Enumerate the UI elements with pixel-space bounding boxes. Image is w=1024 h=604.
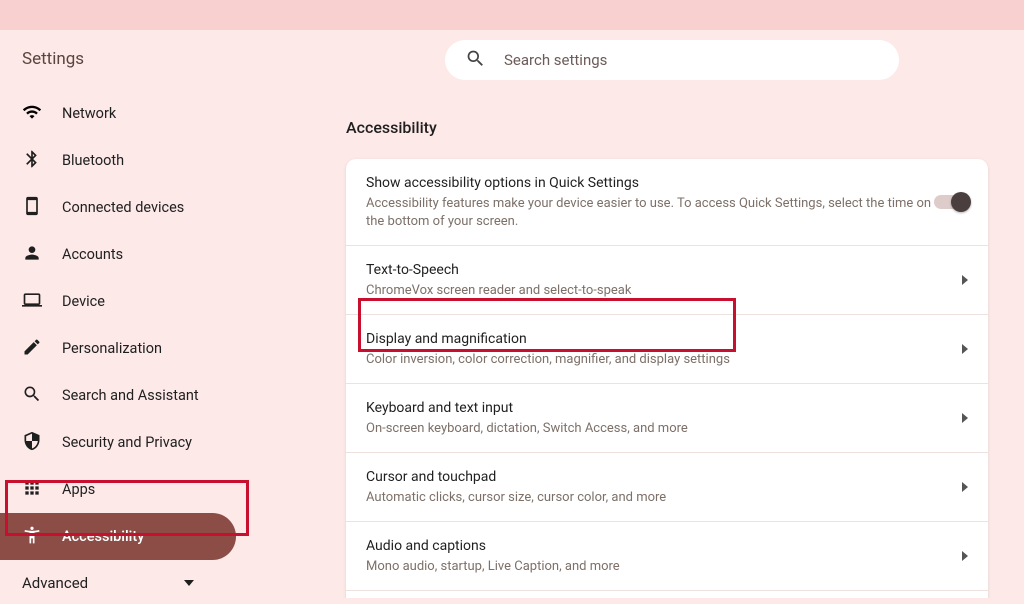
sidebar-item-accounts[interactable]: Accounts — [0, 231, 236, 278]
row-title: Audio and captions — [366, 536, 962, 556]
wifi-icon — [22, 102, 42, 126]
sidebar-item-label: Personalization — [62, 340, 162, 357]
sidebar-item-label: Network — [62, 105, 116, 122]
chevron-right-icon — [962, 344, 968, 354]
row-desc: Color inversion, color correction, magni… — [366, 351, 962, 369]
row-keyboard-text-input[interactable]: Keyboard and text input On-screen keyboa… — [346, 384, 988, 453]
row-audio-captions[interactable]: Audio and captions Mono audio, startup, … — [346, 522, 988, 591]
shield-icon — [22, 431, 42, 455]
sidebar-item-security-and-privacy[interactable]: Security and Privacy — [0, 419, 236, 466]
sidebar-item-device[interactable]: Device — [0, 278, 236, 325]
row-desc: ChromeVox screen reader and select-to-sp… — [366, 282, 962, 300]
person-icon — [22, 243, 42, 267]
row-chrome-web-store[interactable]: Find more accessibility tools in the Chr… — [346, 591, 988, 598]
row-text: Cursor and touchpad Automatic clicks, cu… — [366, 467, 962, 507]
row-cursor-touchpad[interactable]: Cursor and touchpad Automatic clicks, cu… — [346, 453, 988, 522]
advanced-label: Advanced — [22, 574, 88, 592]
row-title: Text-to-Speech — [366, 260, 962, 280]
chevron-right-icon — [962, 482, 968, 492]
search-bar[interactable] — [445, 40, 899, 80]
toggle-switch[interactable] — [934, 195, 968, 209]
apps-icon — [22, 478, 42, 502]
devices-icon — [22, 196, 42, 220]
chevron-right-icon — [962, 551, 968, 561]
edit-icon — [22, 337, 42, 361]
sidebar-item-label: Security and Privacy — [62, 434, 192, 451]
row-title: Show accessibility options in Quick Sett… — [366, 173, 934, 193]
sidebar-item-label: Accessibility — [62, 528, 144, 545]
chevron-down-icon — [184, 580, 194, 586]
sidebar-item-bluetooth[interactable]: Bluetooth — [0, 137, 236, 184]
sidebar-item-apps[interactable]: Apps — [0, 466, 236, 513]
sidebar-item-label: Bluetooth — [62, 152, 124, 169]
row-title: Display and magnification — [366, 329, 962, 349]
laptop-icon — [22, 290, 42, 314]
row-text: Text-to-Speech ChromeVox screen reader a… — [366, 260, 962, 300]
row-quick-settings[interactable]: Show accessibility options in Quick Sett… — [346, 159, 988, 246]
row-text: Show accessibility options in Quick Sett… — [366, 173, 934, 231]
header: Settings — [0, 30, 1024, 88]
section-title: Accessibility — [346, 118, 1000, 137]
search-icon — [22, 384, 42, 408]
chevron-right-icon — [962, 275, 968, 285]
settings-card: Show accessibility options in Quick Sett… — [346, 159, 988, 598]
accessibility-icon — [22, 525, 42, 549]
page-title: Settings — [22, 49, 84, 69]
sidebar-item-label: Accounts — [62, 246, 123, 263]
sidebar-item-label: Device — [62, 293, 105, 310]
sidebar-item-label: Search and Assistant — [62, 387, 199, 404]
sidebar-item-search-and-assistant[interactable]: Search and Assistant — [0, 372, 236, 419]
sidebar-item-label: Apps — [62, 481, 95, 498]
row-text: Keyboard and text input On-screen keyboa… — [366, 398, 962, 438]
row-text-to-speech[interactable]: Text-to-Speech ChromeVox screen reader a… — [346, 246, 988, 315]
sidebar-item-connected-devices[interactable]: Connected devices — [0, 184, 236, 231]
row-title: Keyboard and text input — [366, 398, 962, 418]
sidebar-item-label: Connected devices — [62, 199, 184, 216]
sidebar-item-accessibility[interactable]: Accessibility — [0, 513, 236, 560]
search-icon — [465, 48, 486, 73]
chevron-right-icon — [962, 413, 968, 423]
row-desc: Mono audio, startup, Live Caption, and m… — [366, 558, 962, 576]
content-pane: Accessibility Show accessibility options… — [260, 88, 1024, 598]
row-text: Display and magnification Color inversio… — [366, 329, 962, 369]
sidebar-item-personalization[interactable]: Personalization — [0, 325, 236, 372]
row-title: Cursor and touchpad — [366, 467, 962, 487]
row-desc: Accessibility features make your device … — [366, 195, 934, 231]
row-desc: Automatic clicks, cursor size, cursor co… — [366, 489, 962, 507]
sidebar: Network Bluetooth Connected devices Acco… — [0, 88, 260, 598]
row-desc: On-screen keyboard, dictation, Switch Ac… — [366, 420, 962, 438]
row-display-and-magnification[interactable]: Display and magnification Color inversio… — [346, 315, 988, 384]
sidebar-item-network[interactable]: Network — [0, 90, 236, 137]
window-accent-bar — [0, 0, 1024, 30]
bluetooth-icon — [22, 149, 42, 173]
row-text: Audio and captions Mono audio, startup, … — [366, 536, 962, 576]
search-input[interactable] — [504, 51, 879, 69]
